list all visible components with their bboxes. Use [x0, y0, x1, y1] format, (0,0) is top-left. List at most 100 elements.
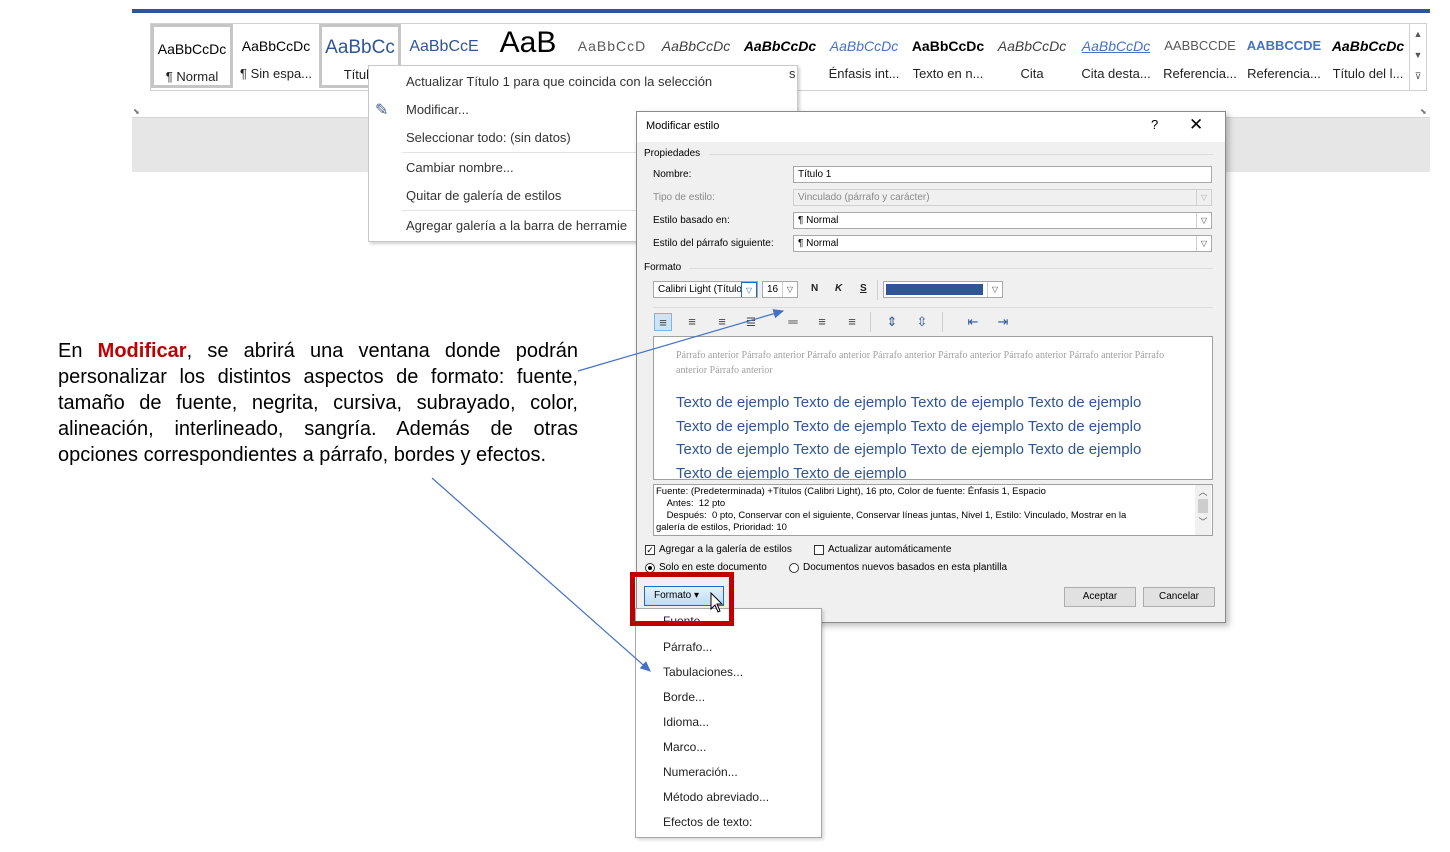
scroll-thumb[interactable]: [1198, 499, 1208, 513]
underline-button[interactable]: S: [860, 283, 867, 294]
gallery-scrollbar[interactable]: ▲ ▼ ⊽: [1409, 23, 1427, 91]
add-to-gallery-checkbox[interactable]: ✓: [645, 545, 655, 555]
explanation-highlight: Modificar: [97, 340, 187, 362]
align-right-icon[interactable]: ≡: [713, 313, 731, 331]
menu-item-add-gallery-toolbar[interactable]: Agregar galería a la barra de herramie: [406, 218, 627, 233]
based-on-value: ¶ Normal: [798, 215, 839, 226]
section-divider: [709, 154, 1213, 155]
chevron-down-icon[interactable]: ▽: [782, 282, 797, 297]
style-preview: AaBbCcDc: [997, 38, 1067, 54]
dialog-titlebar[interactable]: Modificar estilo ? ✕: [637, 112, 1225, 142]
font-select[interactable]: Calibri Light (Título ▽: [653, 281, 758, 298]
decrease-spacing-icon[interactable]: ⇳: [913, 313, 931, 331]
single-spacing-icon[interactable]: ═: [784, 313, 802, 331]
scroll-up-icon[interactable]: ︿: [1195, 485, 1211, 499]
format-dropdown-menu: Fuente... Párrafo... Tabulaciones... Bor…: [635, 608, 822, 838]
menu-item-select-all[interactable]: Seleccionar todo: (sin datos): [406, 130, 571, 145]
menu-item-language[interactable]: Idioma...: [663, 715, 709, 729]
double-spacing-icon[interactable]: ≡: [843, 313, 861, 331]
sample-text: Texto de ejemplo Texto de ejemplo Texto …: [676, 394, 1142, 480]
increase-spacing-icon[interactable]: ⇕: [883, 313, 901, 331]
bold-button[interactable]: N: [811, 283, 818, 294]
style-enfasis-intenso[interactable]: AaBbCcDc Énfasis int...: [823, 24, 905, 88]
style-referencia-sutil[interactable]: AABBCCDE Referencia...: [1159, 24, 1241, 88]
scroll-down-icon[interactable]: ﹀: [1195, 513, 1211, 527]
menu-item-update-style[interactable]: Actualizar Título 1 para que coincida co…: [406, 74, 712, 89]
style-texto-en-negrita[interactable]: AaBbCcDc Texto en n...: [907, 24, 989, 88]
scroll-down-icon[interactable]: ▼: [1410, 45, 1426, 66]
new-documents-radio[interactable]: [789, 563, 799, 573]
explanation-text: En Modificar, se abrirá una ventana dond…: [58, 338, 578, 468]
style-preview: AaBbCcDc: [157, 41, 227, 57]
cancel-button[interactable]: Cancelar: [1143, 587, 1215, 607]
chevron-down-icon[interactable]: ▽: [987, 282, 1002, 297]
next-style-value: ¶ Normal: [798, 238, 839, 249]
section-divider: [653, 307, 1213, 308]
menu-item-modify[interactable]: Modificar...: [406, 102, 469, 117]
style-preview: AaBbCcDc: [1331, 38, 1405, 54]
menu-item-remove-from-gallery[interactable]: Quitar de galería de estilos: [406, 188, 561, 203]
font-color-select[interactable]: ▽: [883, 281, 1003, 298]
font-value: Calibri Light (Título: [658, 284, 742, 295]
align-left-icon[interactable]: ≡: [654, 313, 672, 331]
style-label: Título del l...: [1332, 66, 1404, 81]
menu-item-rename[interactable]: Cambiar nombre...: [406, 160, 514, 175]
gallery-more-icon[interactable]: ⊽: [1410, 66, 1426, 87]
help-icon[interactable]: ?: [1151, 117, 1158, 132]
group-launcher-icon[interactable]: ⬊: [133, 107, 140, 116]
menu-item-shortcut-key[interactable]: Método abreviado...: [663, 790, 769, 804]
align-center-icon[interactable]: ≡: [683, 313, 701, 331]
style-titulo-del-libro[interactable]: AaBbCcDc Título del l...: [1327, 24, 1409, 88]
style-preview: AaB: [499, 26, 557, 59]
scroll-up-icon[interactable]: ▲: [1410, 24, 1426, 45]
italic-button[interactable]: K: [835, 283, 842, 294]
description-scrollbar[interactable]: ︿ ﹀: [1195, 485, 1211, 535]
next-style-label: Estilo del párrafo siguiente:: [653, 238, 774, 249]
style-description-text: Fuente: (Predeterminada) +Títulos (Calib…: [656, 486, 1127, 533]
justify-icon[interactable]: ≣: [742, 313, 760, 331]
font-size-select[interactable]: 16 ▽: [762, 281, 798, 298]
styles-launcher-icon[interactable]: ⬊: [1420, 107, 1427, 116]
based-on-select[interactable]: ¶ Normal ▽: [793, 212, 1212, 229]
name-input[interactable]: Título 1: [793, 166, 1212, 183]
one-half-spacing-icon[interactable]: ≡: [813, 313, 831, 331]
style-preview: AaBbCcE: [409, 38, 479, 55]
modify-pen-icon: ✎: [375, 102, 389, 119]
style-referencia-intensa[interactable]: AABBCCDE Referencia...: [1243, 24, 1325, 88]
style-description: Fuente: (Predeterminada) +Títulos (Calib…: [653, 484, 1213, 536]
close-icon[interactable]: ✕: [1189, 115, 1203, 135]
decrease-indent-icon[interactable]: ⇤: [964, 313, 982, 331]
chevron-down-icon[interactable]: ▽: [741, 282, 757, 297]
menu-item-tabs[interactable]: Tabulaciones...: [663, 665, 743, 679]
menu-item-paragraph[interactable]: Párrafo...: [663, 640, 712, 654]
toolbar-divider: [942, 312, 943, 332]
style-label: Énfasis int...: [828, 66, 900, 81]
menu-item-frame[interactable]: Marco...: [663, 740, 706, 754]
style-preview: AABBCCDE: [1246, 38, 1322, 53]
properties-heading: Propiedades: [644, 148, 701, 159]
style-label: Referencia...: [1163, 66, 1237, 81]
style-label: ¶ Sin espa...: [239, 66, 313, 81]
name-label: Nombre:: [653, 169, 692, 180]
menu-item-numbering[interactable]: Numeración...: [663, 765, 738, 779]
dialog-title: Modificar estilo: [646, 120, 720, 132]
chevron-down-icon[interactable]: ▽: [1196, 213, 1211, 228]
style-type-label: Tipo de estilo:: [653, 192, 715, 203]
menu-item-text-effects[interactable]: Efectos de texto:: [663, 815, 752, 829]
next-style-select[interactable]: ¶ Normal ▽: [793, 235, 1212, 252]
style-sin-espaciado[interactable]: AaBbCcDc ¶ Sin espa...: [235, 24, 317, 88]
auto-update-checkbox[interactable]: [814, 545, 824, 555]
style-normal[interactable]: AaBbCcDc ¶ Normal: [151, 24, 233, 88]
accept-button[interactable]: Aceptar: [1064, 587, 1136, 607]
menu-item-border[interactable]: Borde...: [663, 690, 705, 704]
chevron-down-icon[interactable]: ▽: [1196, 236, 1211, 251]
font-color-swatch: [886, 284, 983, 295]
style-cita-destacada[interactable]: AaBbCcDc Cita desta...: [1075, 24, 1157, 88]
style-preview: AaBbCcDc: [911, 38, 985, 54]
style-preview: AABBCCDE: [1164, 38, 1236, 53]
increase-indent-icon[interactable]: ⇥: [994, 313, 1012, 331]
style-preview: AaBbCc: [325, 37, 395, 58]
style-cita[interactable]: AaBbCcDc Cita: [991, 24, 1073, 88]
explanation-prefix: En: [58, 340, 98, 362]
add-to-gallery-label: Agregar a la galería de estilos: [659, 544, 792, 555]
